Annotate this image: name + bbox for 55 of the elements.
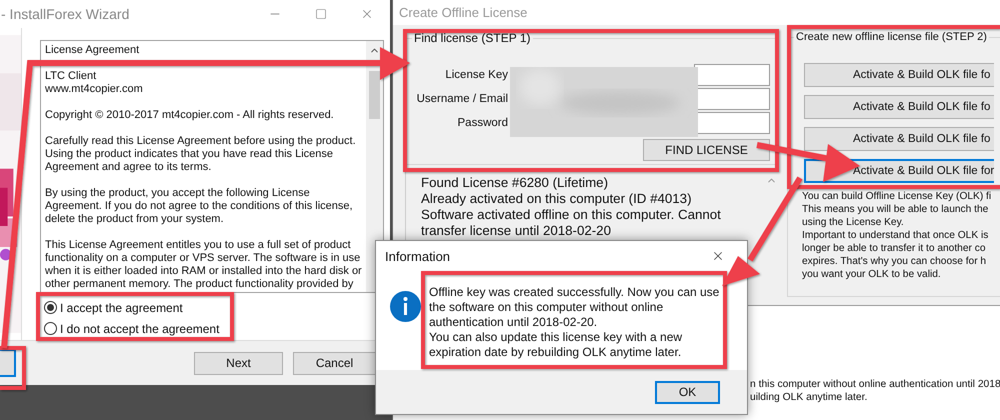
- description-text: This means you will be able to launch the: [802, 203, 988, 216]
- log-text: n this computer without online authentication until 2018: [750, 378, 1000, 391]
- license-text: By using the product, you accept the following License: [45, 187, 310, 200]
- field-label: Username / Email: [416, 93, 508, 105]
- dialog-title: Information: [385, 248, 452, 264]
- maximize-icon[interactable]: [315, 8, 327, 20]
- description-text: expires. That's why you can choose for h: [802, 255, 986, 268]
- description-text: you want your OLK to be valid.: [802, 268, 941, 281]
- window-title: Create Offline License: [399, 5, 528, 20]
- license-text: when it is either loaded into RAM or installed into the hard disk or: [45, 265, 362, 278]
- license-text: Using the product indicates that you have read this License: [45, 148, 334, 161]
- log-text: uilding OLK anytime later.: [750, 391, 868, 404]
- annotation-box: [0, 346, 26, 390]
- radio-label[interactable]: I do not accept the agreement: [60, 322, 220, 336]
- description-text: You can build Offline License Key (OLK) fi: [802, 190, 992, 203]
- status-text: Found License #6280 (Lifetime): [421, 175, 610, 191]
- group-title: Create new offline license file (STEP 2): [795, 31, 988, 43]
- group-title: Find license (STEP 1): [413, 31, 532, 45]
- license-text: Agreement and agree to its terms.: [45, 161, 212, 174]
- scroll-thumb[interactable]: [368, 71, 380, 119]
- partial-button[interactable]: [0, 349, 16, 377]
- description-text: Important to understand that once OLK is: [802, 229, 988, 242]
- status-text: Software activated offline on this computer. Cannot transfer license until 2018-02-20: [421, 207, 722, 239]
- dialog-message: Offline key was created successfully. Now you can use the software on this computer without online authentication until 2018-02-20.: [429, 285, 720, 330]
- radio-label[interactable]: I accept the agreement: [60, 300, 183, 314]
- field-label: Password: [456, 117, 508, 129]
- license-text: Agreement. If you do not agree to the conditions of this license,: [45, 200, 353, 213]
- find-license-button[interactable]: FIND LICENSE: [643, 139, 770, 161]
- status-text: Already activated on this computer (ID #4013): [421, 191, 693, 207]
- activate-build-button[interactable]: Activate & Build OLK file fo: [804, 127, 994, 151]
- radio-button[interactable]: [44, 322, 57, 335]
- activate-build-button[interactable]: Activate & Build OLK file fo: [804, 95, 994, 119]
- description-text: longer be able to transfer it to another co: [802, 242, 986, 255]
- radio-option[interactable]: I accept the agreement: [44, 299, 384, 316]
- input-field[interactable]: [694, 64, 770, 86]
- radio-button[interactable]: [44, 301, 57, 314]
- license-text: This License Agreement entitles you to use a full set of product: [45, 239, 351, 252]
- dialog-message: You can also update this license key with a new expiration date by rebuilding OLK anytime later.: [429, 330, 684, 360]
- license-text: Copyright © 2010-2017 mt4copier.com - All rights reserved.: [45, 109, 334, 122]
- information-icon: [390, 291, 421, 322]
- window-title: - InstallForex Wizard: [1, 6, 130, 22]
- activate-build-button[interactable]: Activate & Build OLK file fo: [804, 63, 994, 87]
- cancel-button[interactable]: Cancel: [293, 352, 376, 374]
- license-text: Carefully read this License Agreement before using the product.: [45, 135, 356, 148]
- license-text: License Agreement: [45, 44, 140, 57]
- license-text: other permanent memory. The product functionality provided by: [45, 278, 354, 291]
- field-label: License Key: [444, 69, 508, 81]
- description-text: using the License Key.: [802, 216, 904, 229]
- license-text: www.mt4copier.com: [45, 83, 143, 96]
- license-text: functionality on a computer or VPS server. The software is in use: [45, 252, 360, 265]
- ok-button[interactable]: OK: [655, 380, 720, 404]
- license-text: delete the product from your system.: [45, 213, 224, 226]
- radio-option[interactable]: I do not accept the agreement: [44, 320, 384, 337]
- next-button[interactable]: Next: [194, 352, 283, 374]
- license-text: LTC Client: [45, 70, 96, 83]
